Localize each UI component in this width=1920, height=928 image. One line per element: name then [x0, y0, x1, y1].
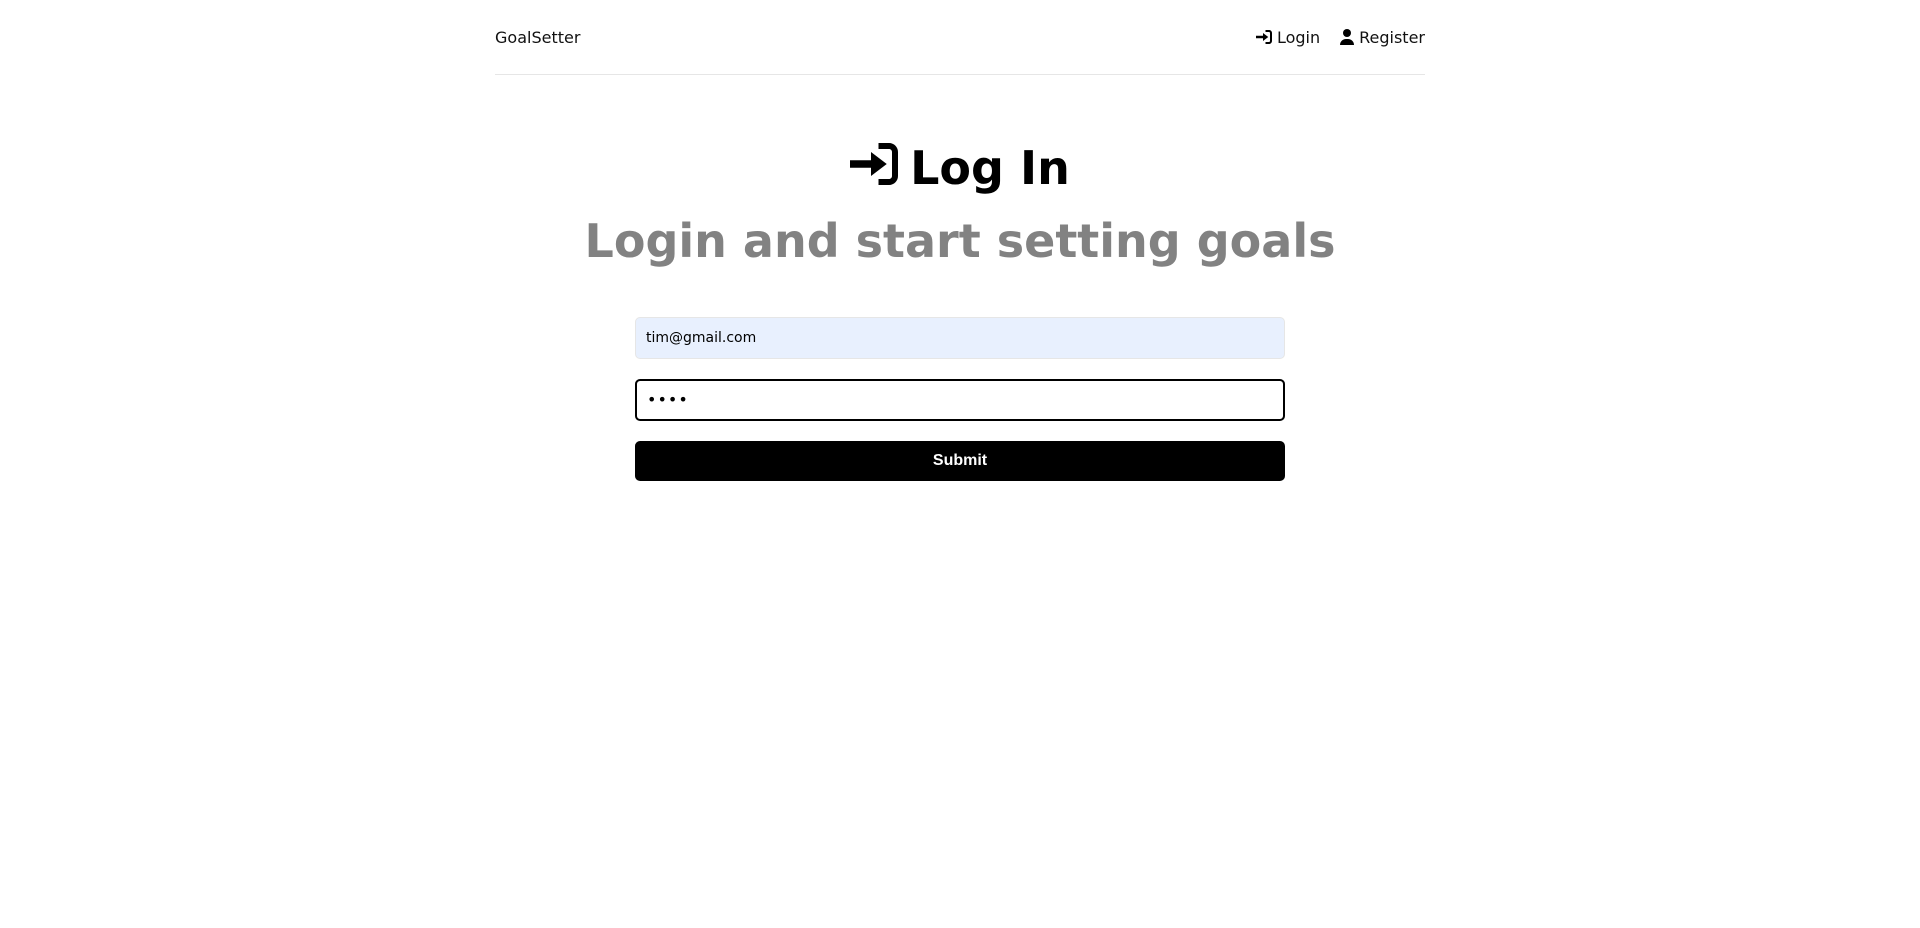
top-header: GoalSetter Login Register: [495, 0, 1425, 75]
sign-in-icon: [850, 143, 899, 192]
submit-button[interactable]: Submit: [635, 440, 1285, 481]
nav-login-label: Login: [1276, 27, 1321, 47]
nav-register-link[interactable]: Register: [1340, 28, 1425, 47]
nav-register-label: Register: [1359, 27, 1425, 47]
login-heading: Log In Login and start setting goals: [495, 143, 1425, 267]
sign-in-icon: [1255, 30, 1272, 44]
page-subtitle: Login and start setting goals: [584, 214, 1336, 268]
page-title-text: Log In: [910, 140, 1070, 195]
top-nav: Login Register: [1255, 27, 1425, 47]
password-field[interactable]: [635, 378, 1285, 421]
page-container: GoalSetter Login Register Log In Login a…: [495, 0, 1425, 481]
user-icon: [1340, 29, 1355, 45]
page-title: Log In: [850, 143, 1070, 192]
nav-login-link[interactable]: Login: [1255, 27, 1321, 47]
login-form: Submit: [635, 316, 1285, 481]
email-field[interactable]: [635, 316, 1285, 359]
brand-link[interactable]: GoalSetter: [495, 28, 580, 47]
